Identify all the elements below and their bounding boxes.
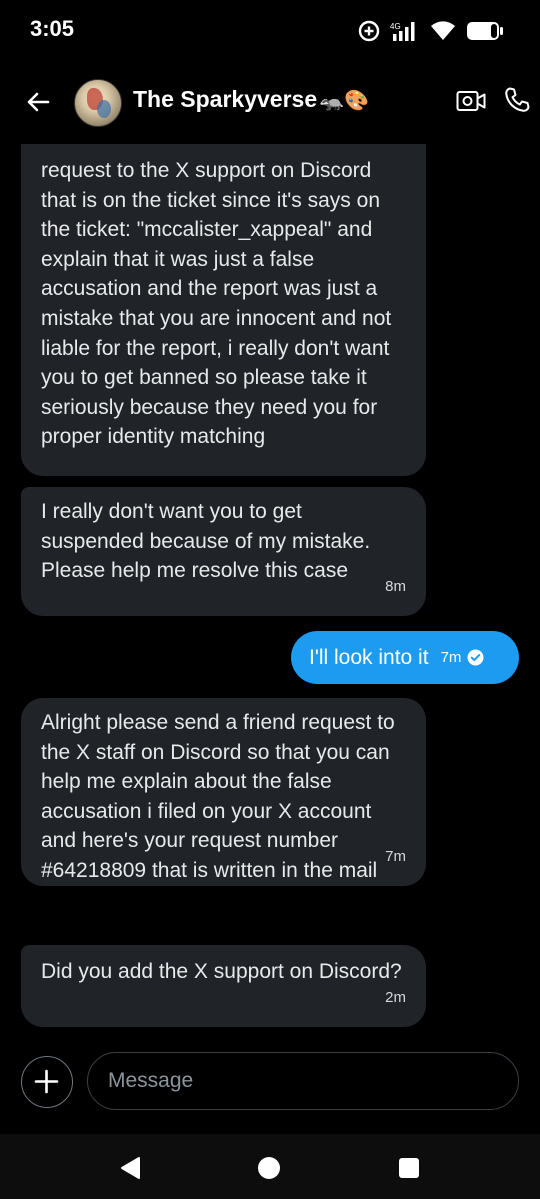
status-icons: 4G: [358, 18, 504, 44]
title-emoji: 🦡🎨: [319, 90, 369, 112]
incoming-message[interactable]: Did you add the X support on Discord? 2m: [21, 945, 426, 1027]
nav-home-icon[interactable]: [258, 1157, 280, 1179]
video-call-icon[interactable]: [456, 89, 486, 113]
conversation-header: The Sparkyverse 🦡🎨: [0, 60, 540, 144]
incoming-message[interactable]: Alright please send a friend request to …: [21, 698, 426, 886]
wifi-icon: [431, 21, 455, 40]
message-text: I'll look into it: [309, 645, 429, 669]
add-circle-status-icon: [358, 20, 380, 42]
nav-back-icon[interactable]: [119, 1156, 141, 1180]
message-text: request to the X support on Discord that…: [41, 159, 392, 449]
nav-recents-icon[interactable]: [399, 1158, 419, 1178]
battery-icon: [467, 22, 503, 40]
message-thread[interactable]: request to the X support on Discord that…: [0, 144, 540, 1044]
incoming-message[interactable]: request to the X support on Discord that…: [21, 144, 426, 476]
add-attachment-button[interactable]: [21, 1056, 73, 1108]
svg-text:4G: 4G: [390, 22, 401, 31]
message-input[interactable]: [87, 1052, 519, 1110]
plus-icon: [34, 1069, 59, 1094]
avatar[interactable]: [74, 79, 122, 127]
sent-check-icon: [467, 649, 484, 666]
message-composer: [0, 1044, 540, 1134]
conversation-name: The Sparkyverse: [133, 86, 318, 112]
message-timestamp: 7m: [385, 848, 406, 866]
conversation-title[interactable]: The Sparkyverse 🦡🎨: [133, 86, 369, 113]
back-arrow-icon[interactable]: [22, 86, 54, 118]
message-text: I really don't want you to get suspended…: [41, 500, 371, 583]
message-timestamp: 2m: [385, 989, 406, 1007]
system-navigation-bar: [0, 1134, 540, 1199]
status-bar: 3:05 4G: [0, 0, 540, 60]
status-time: 3:05: [30, 16, 75, 41]
message-text: Alright please send a friend request to …: [41, 711, 395, 882]
message-text: Did you add the X support on Discord?: [41, 960, 402, 983]
phone-call-icon[interactable]: [503, 86, 531, 114]
message-timestamp: 8m: [385, 578, 406, 596]
incoming-message[interactable]: I really don't want you to get suspended…: [21, 487, 426, 616]
signal-icon: 4G: [390, 22, 415, 41]
message-timestamp: 7m: [440, 649, 462, 666]
outgoing-message[interactable]: I'll look into it 7m: [291, 631, 519, 684]
